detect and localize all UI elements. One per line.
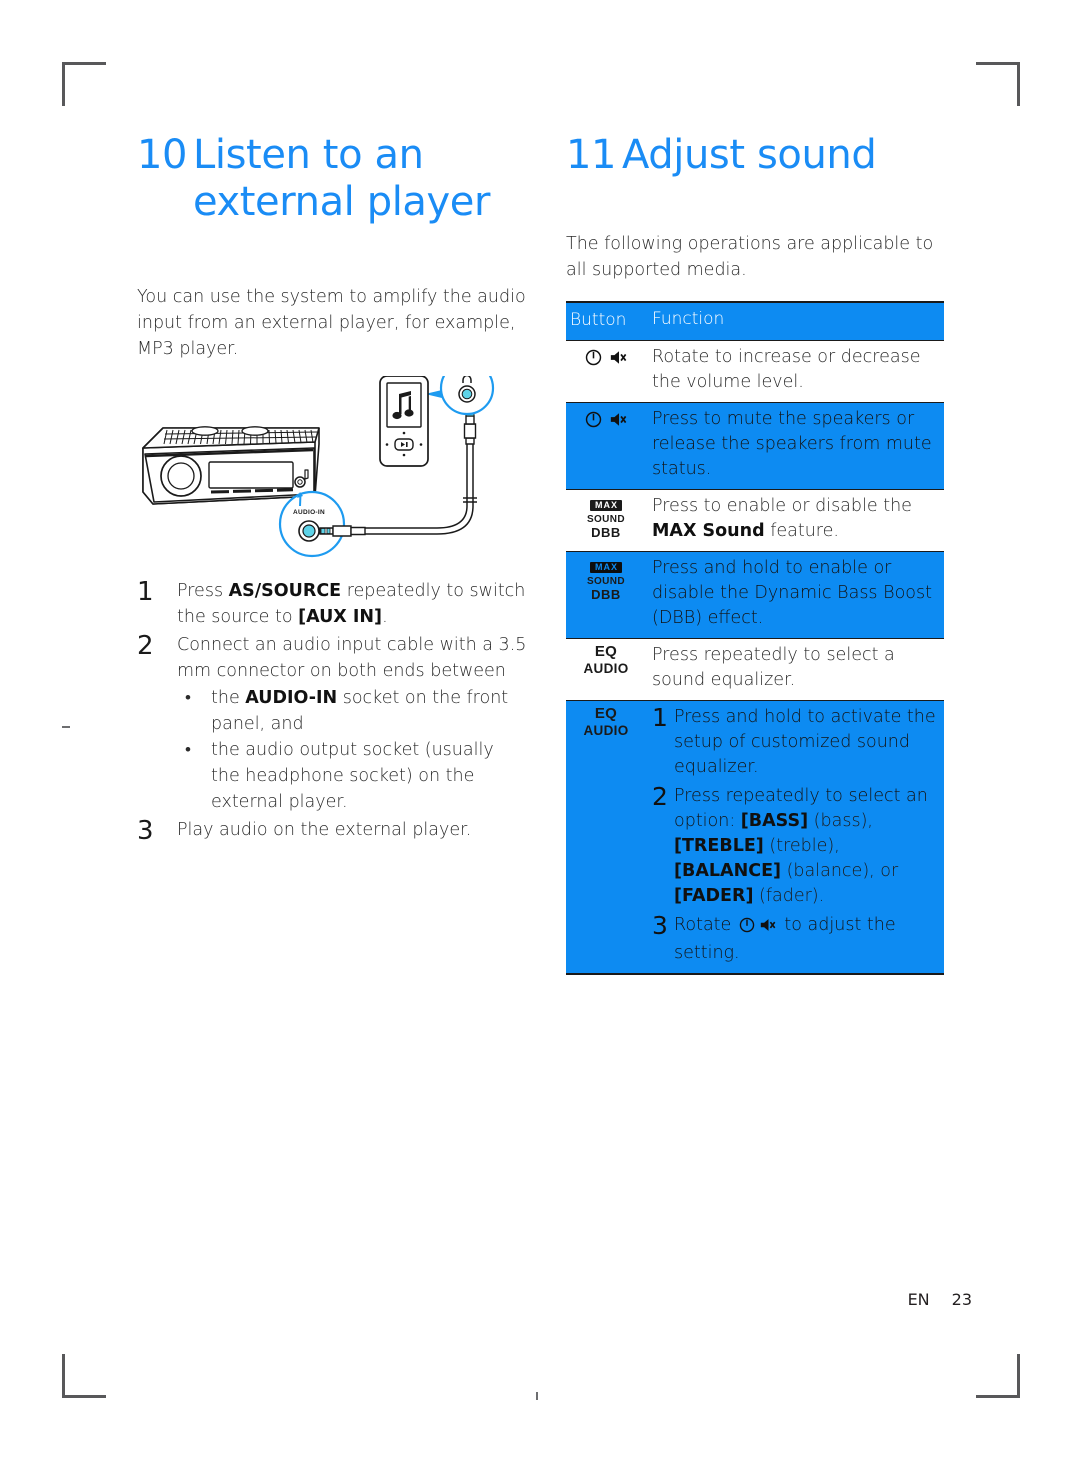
eq-label: EQ xyxy=(594,642,618,660)
step-1-number: 1 xyxy=(137,576,154,607)
inner-step-1-text: Press and hold to activate the setup of … xyxy=(674,706,936,777)
eq-label: EQ xyxy=(594,704,618,722)
step-2-number: 2 xyxy=(137,630,154,661)
steps-list-left: 1 Press AS/SOURCE repeatedly to switch t… xyxy=(137,578,527,845)
step-3: 3 Play audio on the external player. xyxy=(137,817,527,845)
inner-step-3-text: Rotate to adjust the setting. xyxy=(674,913,940,966)
power-mute-knob-icons xyxy=(572,346,640,366)
table-row: MAX SOUND DBB Press to enable or disable… xyxy=(566,488,944,552)
footer-language: EN xyxy=(907,1290,930,1309)
bullet-text: the audio output socket (usually the hea… xyxy=(211,739,494,812)
button-cell: MAX SOUND DBB xyxy=(566,488,646,552)
button-cell xyxy=(566,401,646,490)
audio-in-callout: AUDIO-IN xyxy=(278,490,346,557)
table-row: EQ AUDIO 1 Press and hold to activate th… xyxy=(566,699,944,974)
power-mute-knob-icons xyxy=(572,408,640,428)
crop-mark-top-right xyxy=(976,62,1020,106)
chapter-heading-10: 10 Listen to an external player xyxy=(137,132,527,226)
function-cell: 1 Press and hold to activate the setup o… xyxy=(646,699,944,974)
mute-speaker-icon xyxy=(759,916,777,941)
intro-paragraph-right: The following operations are applicable … xyxy=(566,233,934,280)
chapter-title-line1: Listen to an xyxy=(193,132,424,178)
function-cell: Press and hold to enable or disable the … xyxy=(646,550,944,639)
power-icon xyxy=(585,349,602,366)
headphone-socket-callout xyxy=(425,375,495,415)
function-cell: Press to enable or disable the MAX Sound… xyxy=(646,488,944,552)
inner-step-1: 1 Press and hold to activate the setup o… xyxy=(652,705,940,780)
power-icon xyxy=(585,411,602,428)
max-sound-dbb-icon: MAX SOUND DBB xyxy=(572,495,640,540)
bullet-text: the AUDIO-IN socket on the front panel, … xyxy=(211,687,509,734)
button-cell: EQ AUDIO xyxy=(566,699,646,974)
function-cell: Press to mute the speakers or release th… xyxy=(646,401,944,490)
inner-step-2-text: Press repeatedly to select an option: [B… xyxy=(674,785,928,906)
right-column: 11 Adjust sound The following operations… xyxy=(566,132,944,975)
eq-audio-icon: EQ AUDIO xyxy=(572,642,640,677)
sound-label: SOUND xyxy=(586,513,626,525)
inner-step-1-number: 1 xyxy=(652,702,668,732)
inner-step-3-number: 3 xyxy=(652,910,668,940)
dbb-label: DBB xyxy=(591,525,621,541)
inner-step-2: 2 Press repeatedly to select an option: … xyxy=(652,784,940,909)
left-column: 10 Listen to an external player You can … xyxy=(137,132,527,847)
chapter-number: 10 xyxy=(137,132,188,178)
chapter-title: Adjust sound xyxy=(622,132,877,178)
mute-speaker-icon xyxy=(609,349,628,366)
chapter-number: 11 xyxy=(566,132,617,178)
button-cell xyxy=(566,339,646,403)
chapter-title-line2: external player xyxy=(193,178,491,225)
bullet-item: • the audio output socket (usually the h… xyxy=(177,737,527,815)
sound-controls-table: Button Function Rotate to increase or de xyxy=(566,300,944,975)
crop-mark-bottom-left xyxy=(62,1354,106,1398)
dbb-label: DBB xyxy=(591,587,621,603)
crop-mark-bottom-right xyxy=(976,1354,1020,1398)
step-3-number: 3 xyxy=(137,815,154,846)
step-1-text: Press AS/SOURCE repeatedly to switch the… xyxy=(177,580,526,627)
chapter-heading-11: 11 Adjust sound xyxy=(566,132,944,179)
step-2-text: Connect an audio input cable with a 3.5 … xyxy=(177,632,527,815)
step-2: 2 Connect an audio input cable with a 3.… xyxy=(137,632,527,815)
audio-label: AUDIO xyxy=(583,661,629,677)
table-row: MAX SOUND DBB Press and hold to enable o… xyxy=(566,550,944,639)
eq-audio-icon: EQ AUDIO xyxy=(572,704,640,739)
sound-label: SOUND xyxy=(586,575,626,587)
inner-step-3: 3 Rotate to adjust the setting. xyxy=(652,913,940,966)
step-3-text: Play audio on the external player. xyxy=(177,819,472,840)
bullet-item: • the AUDIO-IN socket on the front panel… xyxy=(177,685,527,737)
table-row: EQ AUDIO Press repeatedly to select a so… xyxy=(566,637,944,701)
chapter-title: Listen to an external player xyxy=(193,132,527,226)
header-button: Button xyxy=(570,309,627,330)
inner-step-3-prefix: Rotate xyxy=(674,914,737,935)
header-function: Function xyxy=(652,308,725,329)
button-cell: EQ AUDIO xyxy=(566,637,646,701)
max-badge: MAX xyxy=(590,499,622,512)
function-cell: Rotate to increase or decrease the volum… xyxy=(646,339,944,403)
table-row: Press to mute the speakers or release th… xyxy=(566,401,944,490)
bullet-dot-icon: • xyxy=(185,739,191,760)
step-1: 1 Press AS/SOURCE repeatedly to switch t… xyxy=(137,578,527,630)
function-cell: Press repeatedly to select a sound equal… xyxy=(646,637,944,701)
button-cell: MAX SOUND DBB xyxy=(566,550,646,639)
max-sound-dbb-icon: MAX SOUND DBB xyxy=(572,557,640,602)
table-row: Rotate to increase or decrease the volum… xyxy=(566,339,944,403)
intro-paragraph-left: You can use the system to amplify the au… xyxy=(137,286,526,359)
tick-mark-left xyxy=(62,726,70,728)
page-footer: EN 23 xyxy=(0,1290,1080,1309)
inner-step-2-number: 2 xyxy=(652,781,668,811)
aux-in-connection-diagram: AUDIO-IN xyxy=(137,375,529,566)
crop-mark-top-left xyxy=(62,62,106,106)
tick-mark-bottom xyxy=(536,1392,538,1400)
footer-page-number: 23 xyxy=(951,1290,972,1309)
max-badge: MAX xyxy=(590,561,622,574)
bullet-dot-icon: • xyxy=(185,687,191,708)
audio-label: AUDIO xyxy=(583,723,629,739)
table-header-row: Button Function xyxy=(566,301,944,341)
mute-speaker-icon xyxy=(609,411,628,428)
step-2-bullets: • the AUDIO-IN socket on the front panel… xyxy=(177,685,527,815)
power-icon xyxy=(739,916,755,941)
svg-text:AUDIO-IN: AUDIO-IN xyxy=(293,509,325,516)
